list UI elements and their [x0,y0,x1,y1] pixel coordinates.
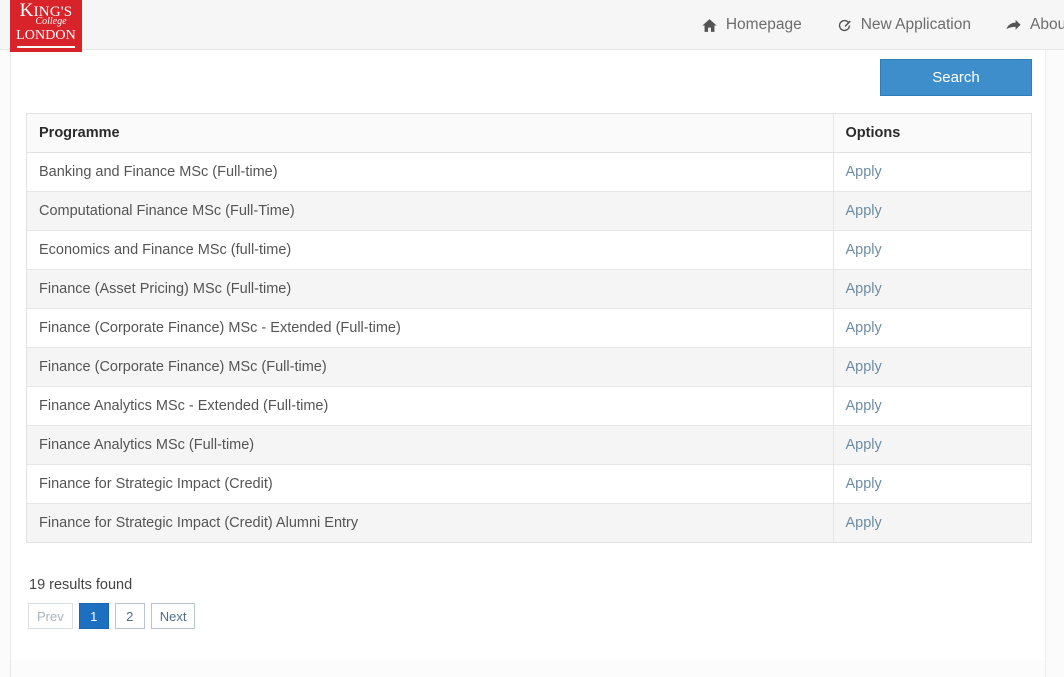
pagination-page-2[interactable]: 2 [114,603,145,629]
logo-underline [17,46,75,48]
table-header-row: Programme Options [27,114,1031,153]
pagination-page-1[interactable]: 1 [78,603,109,629]
pagination-next[interactable]: Next [150,603,196,629]
table-row: Finance (Corporate Finance) MSc (Full-ti… [27,347,1031,387]
programme-results-table: Programme Options Banking and Finance MS… [26,113,1032,543]
arrow-share-icon [1006,19,1021,30]
pagination: Prev 1 2 Next [28,603,196,629]
column-header-options: Options [833,114,1031,153]
table-row: Banking and Finance MSc (Full-time) Appl… [27,152,1031,192]
options-cell: Apply [833,152,1031,192]
apply-link[interactable]: Apply [846,359,882,375]
table-row: Economics and Finance MSc (full-time) Ap… [27,230,1031,270]
apply-link[interactable]: Apply [846,281,882,297]
edit-circle-icon [838,19,851,31]
options-cell: Apply [833,269,1031,309]
footer-area [11,660,1045,677]
programme-name: Computational Finance MSc (Full-Time) [27,191,834,231]
options-cell: Apply [833,425,1031,465]
logo-line-london: LONDON [16,28,76,43]
options-cell: Apply [833,464,1031,504]
programme-name: Finance for Strategic Impact (Credit) [27,464,834,504]
programme-name: Finance for Strategic Impact (Credit) Al… [27,503,834,542]
programme-name: Finance Analytics MSc - Extended (Full-t… [27,386,834,426]
apply-link[interactable]: Apply [846,515,882,531]
apply-link[interactable]: Apply [846,203,882,219]
logo-initial-k: K [19,0,34,21]
table-row: Finance for Strategic Impact (Credit) Ap… [27,464,1031,504]
nav-item-about-us[interactable]: About U [1005,16,1064,34]
nav-item-new-application[interactable]: New Application [836,16,971,34]
programme-name: Finance (Corporate Finance) MSc - Extend… [27,308,834,348]
apply-link[interactable]: Apply [846,320,882,336]
options-cell: Apply [833,308,1031,348]
programme-name: Finance Analytics MSc (Full-time) [27,425,834,465]
apply-link[interactable]: Apply [846,164,882,180]
programme-name: Economics and Finance MSc (full-time) [27,230,834,270]
results-count: 19 results found [29,577,133,593]
page-root: Homepage New Application About U KING'S … [0,0,1064,677]
home-icon [702,18,717,32]
programme-name: Banking and Finance MSc (Full-time) [27,152,834,192]
options-cell: Apply [833,191,1031,231]
options-cell: Apply [833,386,1031,426]
content-left-divider [10,50,11,677]
options-cell: Apply [833,230,1031,270]
apply-link[interactable]: Apply [846,476,882,492]
apply-link[interactable]: Apply [846,242,882,258]
column-header-programme: Programme [27,114,834,153]
nav-label-about-us: About U [1029,16,1064,33]
nav-label-new-application: New Application [860,16,971,33]
search-button[interactable]: Search [880,59,1032,96]
nav-label-homepage: Homepage [725,16,802,33]
content-right-divider [1045,50,1046,677]
table-row: Finance (Corporate Finance) MSc - Extend… [27,308,1031,348]
options-cell: Apply [833,503,1031,542]
table-row: Finance Analytics MSc (Full-time) Apply [27,425,1031,465]
nav-item-homepage[interactable]: Homepage [701,16,802,34]
apply-link[interactable]: Apply [846,437,882,453]
site-header: Homepage New Application About U [0,0,1064,50]
table-row: Finance (Asset Pricing) MSc (Full-time) … [27,269,1031,309]
apply-link[interactable]: Apply [846,398,882,414]
programme-name: Finance (Asset Pricing) MSc (Full-time) [27,269,834,309]
table-row: Finance for Strategic Impact (Credit) Al… [27,503,1031,542]
programme-name: Finance (Corporate Finance) MSc (Full-ti… [27,347,834,387]
table-row: Computational Finance MSc (Full-Time) Ap… [27,191,1031,231]
table-row: Finance Analytics MSc - Extended (Full-t… [27,386,1031,426]
table-body: Banking and Finance MSc (Full-time) Appl… [27,152,1031,542]
pagination-prev[interactable]: Prev [28,603,73,629]
options-cell: Apply [833,347,1031,387]
main-navigation: Homepage New Application About U [701,0,1064,50]
kings-college-london-logo[interactable]: KING'S College LONDON [10,0,82,52]
